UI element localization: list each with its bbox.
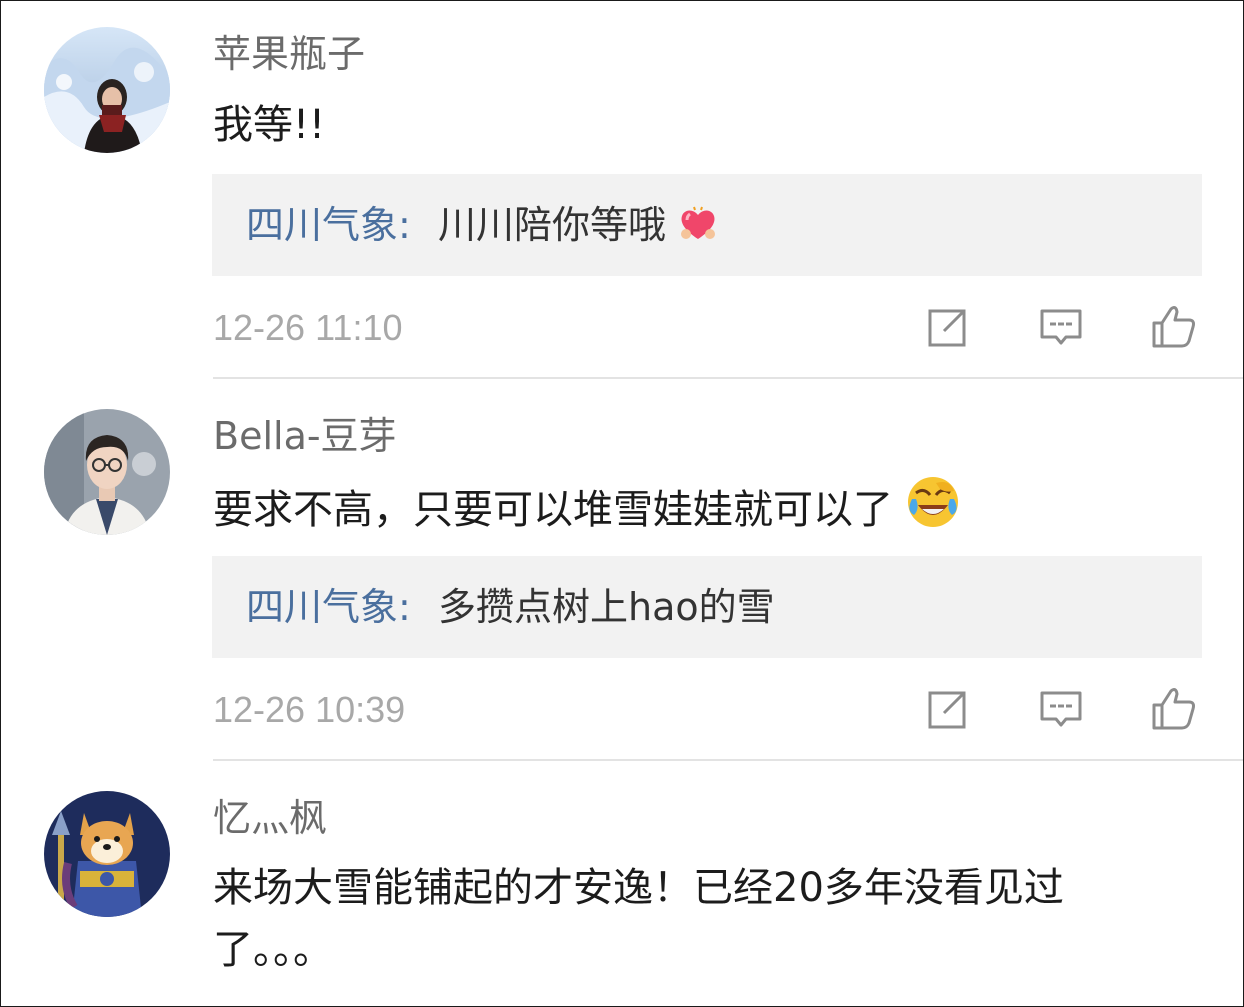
comment-text: 来场大雪能铺起的才安逸！已经20多年没看见过了。。。: [213, 865, 1064, 973]
username[interactable]: 忆灬枫: [213, 794, 327, 842]
comments-frame: 苹果瓶子 我等!! 四川气象: 川川陪你等哦 12-26 11:10 Bella…: [0, 0, 1244, 1007]
comment-item: 忆灬枫 来场大雪能铺起的才安逸！已经20多年没看见过了。。。: [1, 1, 1243, 1006]
avatar[interactable]: [44, 791, 170, 917]
